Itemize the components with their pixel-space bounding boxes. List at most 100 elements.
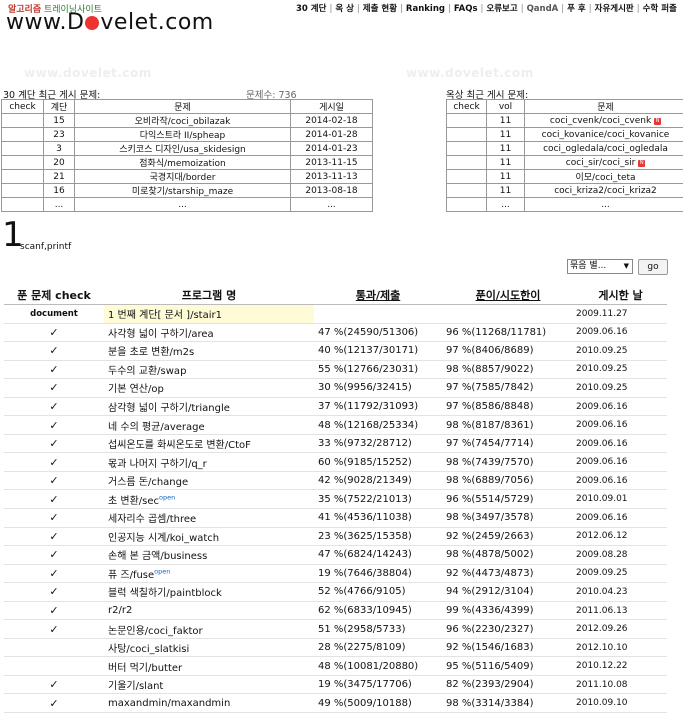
table-cell (1, 169, 44, 184)
problem-link[interactable]: 사탕/coci_slatkisi (104, 638, 314, 658)
solved-check-icon: ✓ (4, 452, 104, 472)
problem-link[interactable]: 사각형 넓이 구하기/area (104, 323, 314, 343)
nav-link[interactable]: 수학 퍼즐 (643, 4, 677, 14)
problem-link[interactable]: 기울기/slant (104, 675, 314, 695)
table-row: ✓ 손해 본 금액/business 47 %(6824/14243) 98 %(48… (4, 545, 667, 565)
solved-check-icon: ✓ (4, 397, 104, 417)
nav-link[interactable]: 푸 후 (567, 4, 586, 14)
table-cell (446, 169, 487, 184)
table-cell: 23 (43, 127, 75, 142)
pass-rate: 41 %(4536/11038) (314, 508, 442, 528)
posted-date: 2010.09.25 (574, 360, 667, 380)
problem-link[interactable]: 삼각형 넓이 구하기/triangle (104, 397, 314, 417)
table-cell: 2013-11-15 (290, 155, 373, 170)
posted-date: 2009.11.27 (574, 304, 667, 324)
problem-link[interactable]: 기본 연산/op (104, 378, 314, 398)
problem-link[interactable]: 논문인용/coci_faktor (104, 619, 314, 639)
problem-link[interactable]: coci_kovanice/coci_kovanice (524, 127, 683, 142)
problem-link[interactable]: 미로찾기/starship_maze (74, 183, 291, 198)
table-cell: 11 (486, 183, 525, 198)
posted-date: 2009.08.28 (574, 545, 667, 565)
nav-link[interactable]: QandA (527, 4, 559, 14)
problem-link[interactable]: 두수의 교환/swap (104, 360, 314, 380)
problem-link[interactable]: 블럭 색칠하기/paintblock (104, 582, 314, 602)
column-header: 문제 (524, 99, 683, 114)
problem-link[interactable]: 1 번째 계단[ 문서 ]/stair1 (104, 304, 314, 324)
problem-link[interactable]: 이모/coci_teta (524, 169, 683, 184)
pass-rate: 52 %(4766/9105) (314, 582, 442, 602)
pass-rate: 42 %(9028/21349) (314, 471, 442, 491)
solved-check-icon: ✓ (4, 489, 104, 510)
problem-link[interactable]: 분을 초로 변환/m2s (104, 341, 314, 361)
solved-rate: 98 %(6889/7056) (442, 471, 574, 491)
table-cell (446, 141, 487, 156)
problem-link[interactable]: 세자리수 곱셈/three (104, 508, 314, 528)
nav-link[interactable]: 오류보고 (486, 4, 517, 14)
table-cell (1, 141, 44, 156)
problem-link[interactable]: 버터 먹기/butter (104, 656, 314, 676)
problem-link[interactable]: 점화식/memoization (74, 155, 291, 170)
problem-link[interactable]: coci_ogledala/coci_ogledala (524, 141, 683, 156)
table-cell (1, 113, 44, 128)
table-cell: 3 (43, 141, 75, 156)
posted-date: 2009.06.16 (574, 397, 667, 417)
pass-rate (314, 304, 442, 324)
posted-date: 2009.06.16 (574, 508, 667, 528)
sort-solved-header[interactable]: 푼이/시도한이 (442, 286, 574, 305)
problem-link[interactable]: 거스름 돈/change (104, 471, 314, 491)
solved-check-icon (4, 656, 104, 676)
table-row: 11 이모/coci_teta (446, 169, 683, 184)
problem-link[interactable]: coci_kriza2/coci_kriza2 (524, 183, 683, 198)
site-logo[interactable]: www.D velet.com (6, 10, 214, 35)
nav-link[interactable]: Ranking (406, 4, 445, 14)
problem-link[interactable]: r2/r2 (104, 601, 314, 621)
pass-rate: 35 %(7522/21013) (314, 489, 442, 510)
solved-check-icon: ✓ (4, 378, 104, 398)
group-sort-select[interactable]: 묶음 별... ▼ (567, 259, 633, 274)
recent-stairs-table: check 계단 문제 게시일 15 오비라작/coci_obilazak 2014-02… (1, 99, 373, 212)
problem-link[interactable]: 퓨 즈/fuseopen (104, 564, 314, 584)
problem-link[interactable]: maxandmin/maxandmin (104, 693, 314, 714)
table-row: ✓ 분을 초로 변환/m2s 40 %(12137/30171) 97 %(8406/… (4, 341, 667, 361)
go-button[interactable]: go (638, 259, 668, 275)
problem-link[interactable]: 다익스트라 II/spheap (74, 127, 291, 142)
posted-date: 2011.10.08 (574, 675, 667, 695)
table-row: 11 coci_cvenk/coci_cvenk N (446, 113, 683, 128)
table-row: 11 coci_sir/coci_sir N (446, 155, 683, 170)
solved-rate: 97 %(7585/7842) (442, 378, 574, 398)
watermark-right: www.dovelet.com (406, 66, 534, 80)
problem-link[interactable]: 인공지능 시계/koi_watch (104, 527, 314, 547)
problem-link[interactable]: 국경지대/border (74, 169, 291, 184)
posted-date: 2009.06.16 (574, 415, 667, 435)
problem-link[interactable]: 스키코스 디자인/usa_skidesign (74, 141, 291, 156)
table-row: ✓ 세자리수 곱셈/three 41 %(4536/11038) 98 %(3497/… (4, 508, 667, 528)
problem-link[interactable]: 몫과 나머지 구하기/q_r (104, 452, 314, 472)
table-row: ...... (446, 197, 683, 212)
nav-link[interactable]: 제출 현황 (363, 4, 397, 14)
problem-link[interactable]: 네 수의 평균/average (104, 415, 314, 435)
nav-separator: | (588, 4, 592, 14)
nav-link[interactable]: 자유게시판 (595, 4, 634, 14)
pass-rate: 47 %(24590/51306) (314, 323, 442, 343)
problem-link[interactable]: 오비라작/coci_obilazak (74, 113, 291, 128)
recent-rooftop-table: check vol 문제 11 coci_cvenk/coci_cvenk N 11 co… (446, 99, 683, 212)
table-cell (446, 127, 487, 142)
solved-rate: 98 %(4878/5002) (442, 545, 574, 565)
nav-link[interactable]: FAQs (454, 4, 478, 14)
pass-rate: 51 %(2958/5733) (314, 619, 442, 639)
posted-date: 2010.09.01 (574, 489, 667, 510)
problem-link[interactable]: 초 변환/secopen (104, 489, 314, 510)
table-cell: ... (290, 197, 373, 212)
problem-link[interactable]: 섭씨온도를 화씨온도로 변환/CtoF (104, 434, 314, 454)
solved-rate: 98 %(8857/9022) (442, 360, 574, 380)
problem-link[interactable]: coci_sir/coci_sir N (524, 155, 683, 170)
problem-link[interactable]: 손해 본 금액/business (104, 545, 314, 565)
problem-link[interactable]: coci_cvenk/coci_cvenk N (524, 113, 683, 128)
nav-link[interactable]: 옥 상 (335, 4, 354, 14)
sort-pass-header[interactable]: 통과/제출 (314, 286, 442, 305)
table-row: ✓ maxandmin/maxandmin 49 %(5009/10188) 98 %… (4, 693, 667, 714)
nav-link[interactable]: 30 계단 (296, 4, 326, 14)
table-row: ✓ 삼각형 넓이 구하기/triangle 37 %(11792/31093) 97 … (4, 397, 667, 417)
solved-rate: 98 %(3314/3384) (442, 693, 574, 714)
nav-separator: | (520, 4, 524, 14)
